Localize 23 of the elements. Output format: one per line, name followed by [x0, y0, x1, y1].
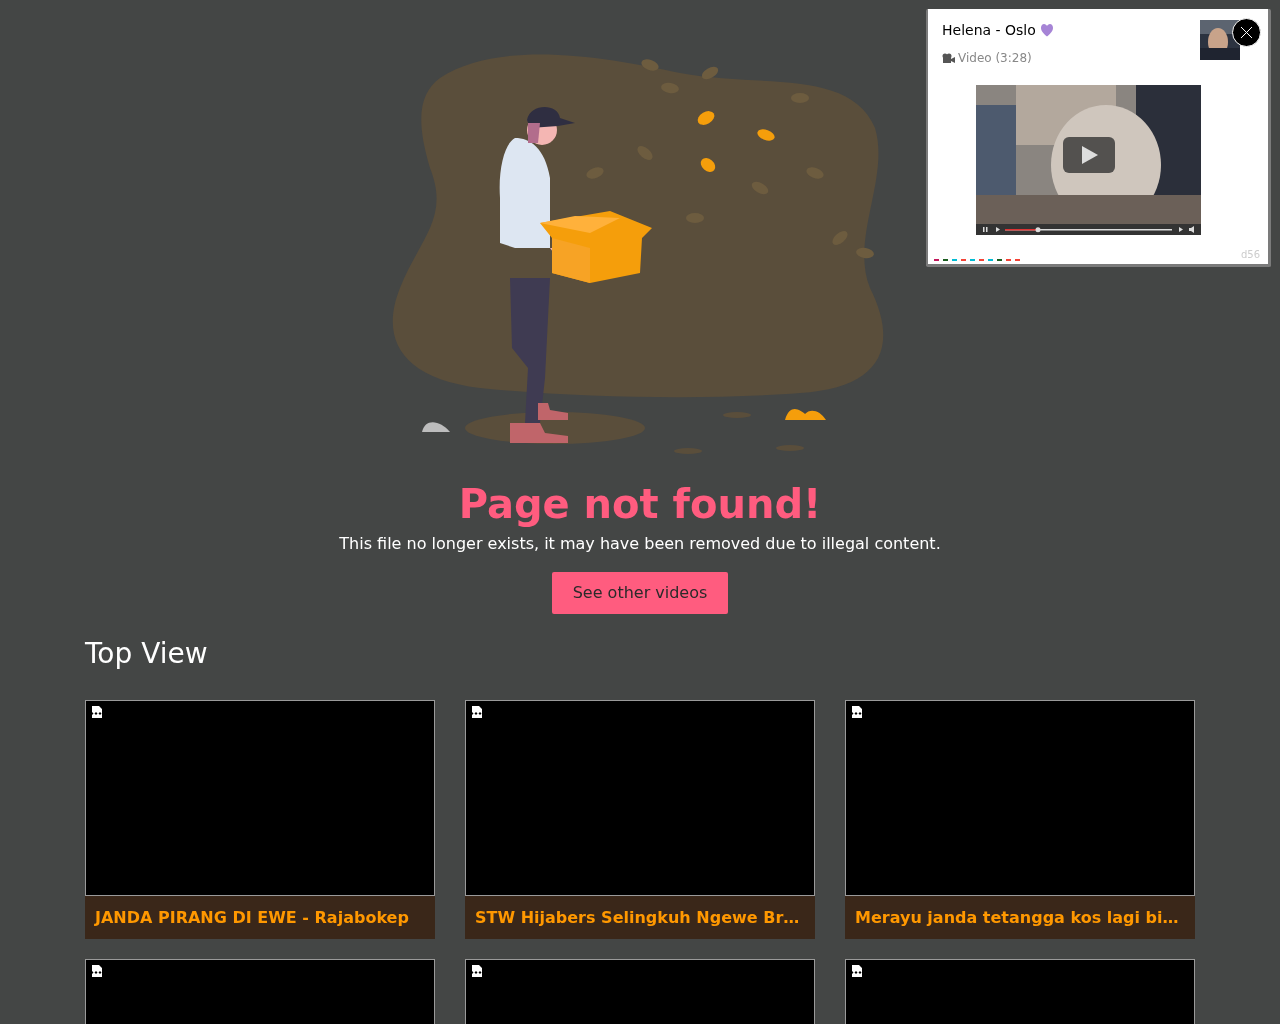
broken-image-icon: [91, 964, 103, 978]
video-duration: Video (3:28): [958, 50, 1032, 67]
video-title-link[interactable]: JANDA PIRANG DI EWE - Rajabokep: [85, 896, 435, 939]
broken-image-icon: [851, 705, 863, 719]
video-camera-icon: [942, 52, 955, 64]
error-title: Page not found!: [458, 480, 822, 528]
video-thumbnail[interactable]: [465, 700, 815, 896]
video-title-link[interactable]: Merayu janda tetangga kos lagi bi…: [845, 896, 1195, 939]
close-button[interactable]: [1232, 18, 1261, 47]
video-thumbnail[interactable]: [845, 700, 1195, 896]
close-icon: [1240, 26, 1253, 39]
broken-image-icon: [471, 705, 483, 719]
broken-image-icon: [851, 964, 863, 978]
error-message: This file no longer exists, it may have been removed due to illegal content.: [339, 533, 941, 555]
video-title-link[interactable]: STW Hijabers Selingkuh Ngewe Br…: [465, 896, 815, 939]
section-title: Top View: [85, 636, 209, 672]
broken-image-icon: [471, 964, 483, 978]
heart-icon: [1039, 24, 1054, 37]
play-button-icon: [1063, 137, 1115, 173]
broken-image-icon: [91, 705, 103, 719]
see-other-videos-button[interactable]: See other videos: [551, 572, 729, 614]
popup-title: Helena - Oslo: [942, 21, 1036, 40]
video-thumbnail[interactable]: [85, 700, 435, 896]
